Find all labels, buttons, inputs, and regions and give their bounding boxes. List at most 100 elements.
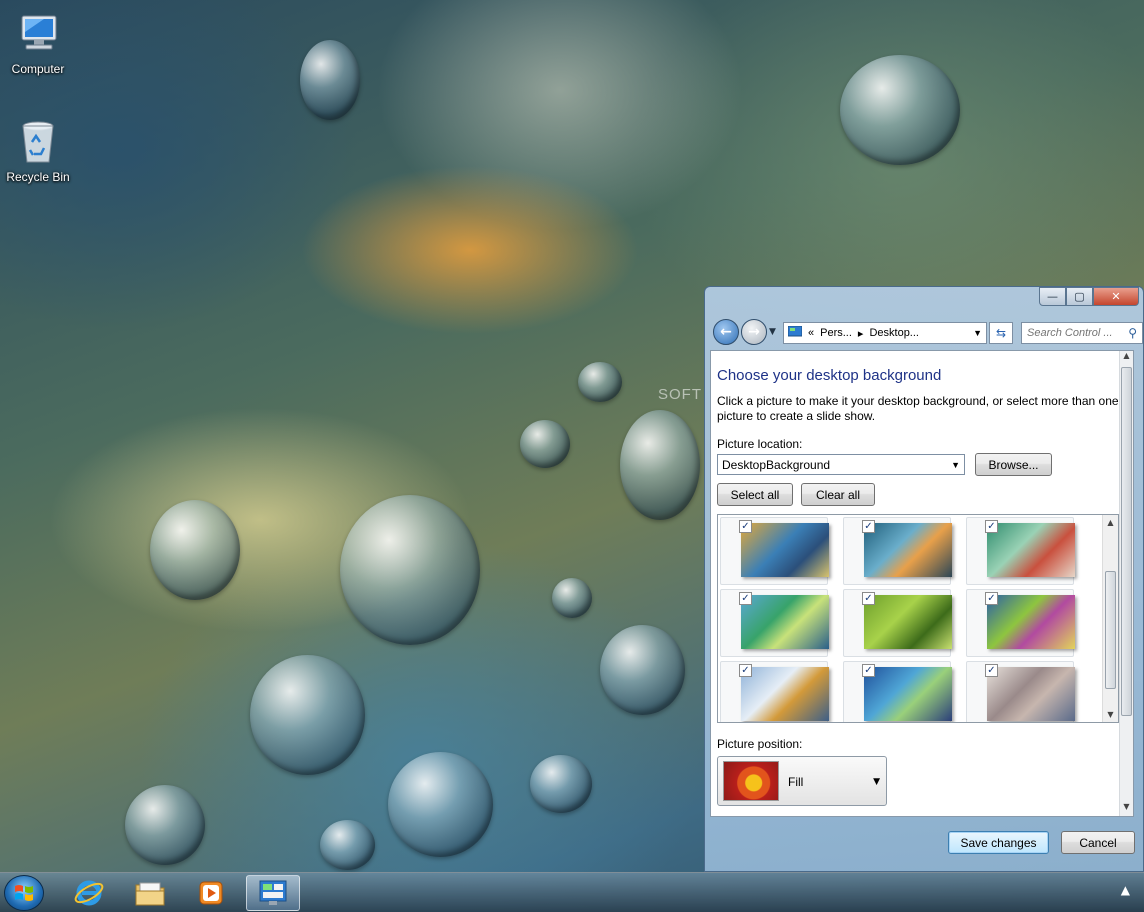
page-description: Click a picture to make it your desktop … xyxy=(717,394,1119,423)
minimize-button[interactable]: — xyxy=(1039,287,1066,306)
start-button[interactable] xyxy=(4,875,44,911)
water-drop xyxy=(620,410,700,520)
internet-explorer-taskbar-button[interactable] xyxy=(62,875,116,911)
thumbnail-checkbox[interactable]: ✓ xyxy=(739,520,752,533)
content-pane: Choose your desktop background Click a p… xyxy=(710,350,1134,817)
maximize-button[interactable]: ▢ xyxy=(1066,287,1093,306)
wallpaper-image xyxy=(741,595,829,649)
water-drop xyxy=(388,752,493,857)
cancel-button[interactable]: Cancel xyxy=(1061,831,1135,854)
chevron-down-icon[interactable]: ▼ xyxy=(973,328,982,338)
scroll-down-icon[interactable]: ▼ xyxy=(1120,802,1133,816)
close-button[interactable]: ✕ xyxy=(1093,287,1139,306)
thumbnail-checkbox[interactable]: ✓ xyxy=(862,664,875,677)
water-drop xyxy=(530,755,592,813)
internet-explorer-icon xyxy=(74,880,104,906)
navigation-bar: ← → ▼ « Pers... ▸ Desktop... ▼ ⇆ ⚲ xyxy=(711,317,1143,347)
folder-icon xyxy=(135,882,165,906)
wallpaper-thumbnail[interactable]: ✓ xyxy=(720,517,829,585)
search-icon[interactable]: ⚲ xyxy=(1128,326,1137,340)
picture-position-value: Fill xyxy=(788,775,804,789)
thumbnail-checkbox[interactable]: ✓ xyxy=(985,592,998,605)
gallery-scrollbar[interactable]: ▲ ▼ xyxy=(1102,515,1118,722)
thumbnail-checkbox[interactable]: ✓ xyxy=(862,592,875,605)
water-drop xyxy=(520,420,570,468)
windows-logo-icon xyxy=(15,885,33,901)
wallpaper-thumbnail[interactable]: ✓ xyxy=(966,661,1075,722)
breadcrumb-overflow[interactable]: « xyxy=(808,327,814,339)
arrow-right-icon: → xyxy=(748,324,760,340)
select-all-button[interactable]: Select all xyxy=(717,483,793,506)
refresh-button[interactable]: ⇆ xyxy=(989,322,1013,344)
thumbnail-checkbox[interactable]: ✓ xyxy=(739,592,752,605)
picture-location-value: DesktopBackground xyxy=(722,457,831,472)
wallpaper-gallery: ✓ ✓ ✓ ✓ ✓ ✓ ✓ ✓ ✓ ▲ ▼ xyxy=(717,514,1119,723)
picture-location-select[interactable]: DesktopBackground ▼ xyxy=(717,454,965,475)
water-drop xyxy=(340,495,480,645)
thumbnail-checkbox[interactable]: ✓ xyxy=(862,520,875,533)
forward-button[interactable]: → xyxy=(741,319,767,345)
thumbnail-checkbox[interactable]: ✓ xyxy=(985,520,998,533)
save-changes-button[interactable]: Save changes xyxy=(948,831,1049,854)
thumbnail-checkbox[interactable]: ✓ xyxy=(739,664,752,677)
wallpaper-image xyxy=(987,667,1075,721)
wallpaper-thumbnail[interactable]: ✓ xyxy=(966,589,1075,657)
wallpaper-image xyxy=(864,667,952,721)
water-drop xyxy=(600,625,685,715)
breadcrumb-desktop[interactable]: Desktop... xyxy=(869,327,919,339)
content-scrollbar[interactable]: ▲ ▼ xyxy=(1119,351,1133,816)
control-panel-taskbar-button[interactable] xyxy=(246,875,300,911)
chevron-down-icon: ▼ xyxy=(873,777,880,787)
water-drop xyxy=(320,820,375,870)
windows-explorer-taskbar-button[interactable] xyxy=(123,875,177,911)
search-input[interactable] xyxy=(1027,327,1129,339)
recycle-bin-icon-label: Recycle Bin xyxy=(6,170,70,184)
wallpaper-image xyxy=(741,523,829,577)
thumbnail-checkbox[interactable]: ✓ xyxy=(985,664,998,677)
wallpaper-thumbnail[interactable]: ✓ xyxy=(720,661,829,722)
water-drop xyxy=(552,578,592,618)
taskbar: ▲ xyxy=(0,872,1144,912)
computer-icon xyxy=(14,10,62,58)
chevron-down-icon: ▼ xyxy=(951,459,960,470)
wallpaper-thumbnail[interactable]: ✓ xyxy=(720,589,829,657)
wallpaper-thumbnail[interactable]: ✓ xyxy=(843,661,952,722)
clear-all-button[interactable]: Clear all xyxy=(801,483,875,506)
personalization-window: — ▢ ✕ ← → ▼ « Pers... ▸ Desktop... ▼ ⇆ ⚲ xyxy=(704,286,1144,872)
wallpaper-image xyxy=(864,523,952,577)
arrow-left-icon: ← xyxy=(720,324,732,340)
wallpaper-image xyxy=(987,523,1075,577)
wallpaper-thumbnail[interactable]: ✓ xyxy=(966,517,1075,585)
scroll-up-icon[interactable]: ▲ xyxy=(1103,518,1118,527)
scroll-down-icon[interactable]: ▼ xyxy=(1103,710,1118,719)
wallpaper-thumbnail[interactable]: ✓ xyxy=(843,589,952,657)
scroll-up-icon[interactable]: ▲ xyxy=(1120,351,1133,365)
wallpaper-image xyxy=(864,595,952,649)
browse-button[interactable]: Browse... xyxy=(975,453,1052,476)
wallpaper-thumbnail[interactable]: ✓ xyxy=(843,517,952,585)
computer-icon-label: Computer xyxy=(11,62,65,76)
water-drop xyxy=(578,362,622,402)
gallery-scroll-thumb[interactable] xyxy=(1105,571,1116,689)
recycle-bin-desktop-icon[interactable]: Recycle Bin xyxy=(0,118,76,184)
flower-preview-image xyxy=(723,761,779,801)
recycle-bin-icon xyxy=(14,118,62,166)
recent-pages-dropdown[interactable]: ▼ xyxy=(769,327,776,337)
wallpaper-image xyxy=(987,595,1075,649)
computer-desktop-icon[interactable]: Computer xyxy=(0,10,76,76)
caption-buttons: — ▢ ✕ xyxy=(1039,287,1139,306)
watermark: SOFT xyxy=(658,386,702,403)
show-hidden-icons-icon[interactable]: ▲ xyxy=(1121,883,1130,897)
media-player-taskbar-button[interactable] xyxy=(184,875,238,911)
refresh-icon: ⇆ xyxy=(995,326,1007,340)
media-player-icon xyxy=(199,881,223,905)
back-button[interactable]: ← xyxy=(713,319,739,345)
breadcrumb-separator[interactable]: ▸ xyxy=(858,327,864,340)
picture-position-select[interactable]: Fill ▼ xyxy=(717,756,887,806)
breadcrumb-personalization[interactable]: Pers... xyxy=(820,327,852,339)
control-panel-icon xyxy=(259,880,287,905)
content-scroll-thumb[interactable] xyxy=(1121,367,1132,716)
search-box[interactable]: ⚲ xyxy=(1021,322,1143,344)
address-bar[interactable]: « Pers... ▸ Desktop... ▼ xyxy=(783,322,987,344)
picture-position-label: Picture position: xyxy=(717,737,803,751)
